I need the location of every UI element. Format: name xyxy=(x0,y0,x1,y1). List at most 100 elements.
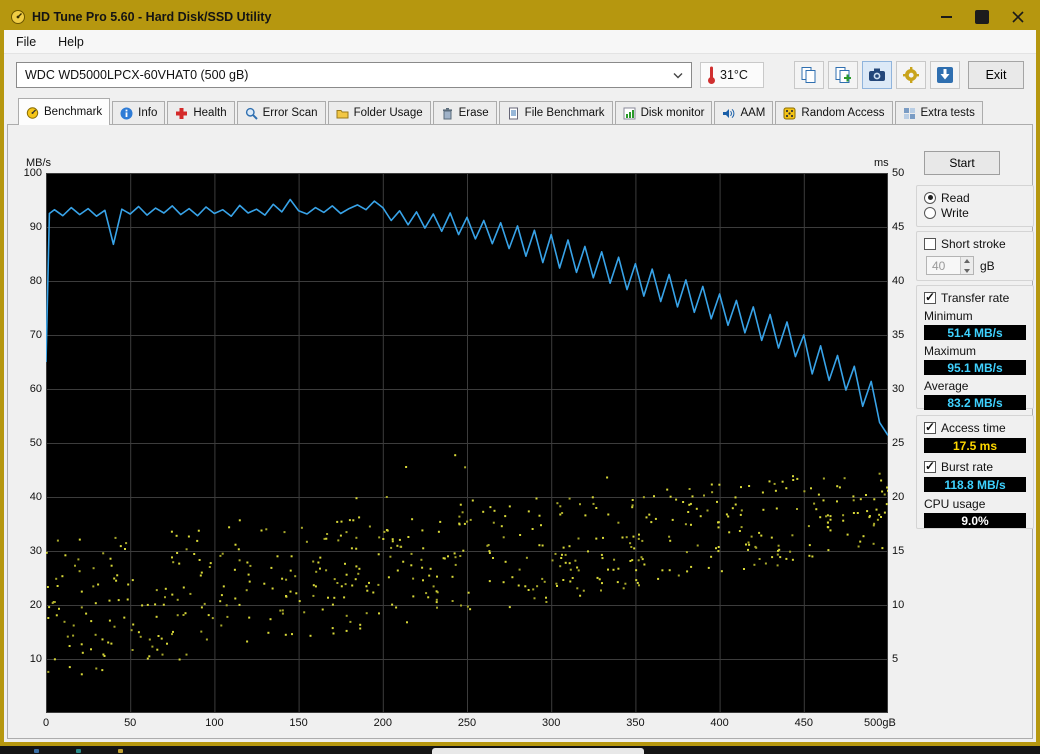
tab-folder-usage[interactable]: Folder Usage xyxy=(327,101,431,124)
average-value: 83.2 MB/s xyxy=(924,395,1026,410)
burst-rate-value: 118.8 MB/s xyxy=(924,477,1026,492)
tab-file-benchmark[interactable]: File Benchmark xyxy=(498,101,613,124)
left-axis-tick: 80 xyxy=(29,275,42,287)
taskbar-icon xyxy=(34,749,39,753)
x-axis-tick: 400 xyxy=(710,717,729,729)
download-icon xyxy=(937,67,953,83)
burst-rate-label: Burst rate xyxy=(941,459,994,474)
spin-up-icon[interactable] xyxy=(961,257,973,266)
left-axis-tick: 70 xyxy=(29,329,42,341)
short-stroke-checkbox[interactable]: Short stroke xyxy=(924,236,1026,251)
write-radio[interactable]: Write xyxy=(924,205,1026,220)
short-stroke-size-value: 40 xyxy=(932,258,946,273)
tab-extra-tests[interactable]: Extra tests xyxy=(894,101,983,124)
left-axis-tick: 90 xyxy=(29,221,42,233)
close-button[interactable] xyxy=(1000,4,1036,30)
right-axis-tick: 15 xyxy=(892,545,905,557)
copy-to-clipboard-button[interactable] xyxy=(794,61,824,89)
cpu-usage-label: CPU usage xyxy=(924,497,986,511)
mode-group: Read Write xyxy=(916,185,1034,227)
maximum-value: 95.1 MB/s xyxy=(924,360,1026,375)
disk-monitor-icon xyxy=(623,107,636,120)
tab-label: Folder Usage xyxy=(353,107,423,119)
menu-file[interactable]: File xyxy=(16,35,36,49)
left-axis-tick: 10 xyxy=(29,653,42,665)
title-bar[interactable]: HD Tune Pro 5.60 - Hard Disk/SSD Utility xyxy=(4,4,1036,30)
transfer-rate-checkbox[interactable]: Transfer rate xyxy=(924,290,1026,305)
temperature-indicator: 31°C xyxy=(700,62,764,88)
tab-info[interactable]: Info xyxy=(112,101,166,124)
write-radio-label: Write xyxy=(941,205,969,220)
aam-icon xyxy=(722,107,735,120)
screen: HD Tune Pro 5.60 - Hard Disk/SSD Utility… xyxy=(0,0,1040,754)
access-time-value: 17.5 ms xyxy=(924,438,1026,453)
maximize-icon xyxy=(975,10,989,24)
x-axis-tick: 450 xyxy=(794,717,813,729)
tab-aam[interactable]: AAM xyxy=(714,101,774,124)
menu-help[interactable]: Help xyxy=(58,35,84,49)
tab-label: Error Scan xyxy=(262,107,318,119)
chevron-down-icon xyxy=(673,72,683,79)
taskbar-icon xyxy=(118,749,123,753)
left-axis-tick: 40 xyxy=(29,491,42,503)
right-axis-tick: 50 xyxy=(892,167,905,179)
gear-icon xyxy=(903,67,919,83)
checkbox-icon xyxy=(924,237,936,250)
options-button[interactable] xyxy=(896,61,926,89)
tab-disk-monitor[interactable]: Disk monitor xyxy=(614,101,713,124)
drive-selector-value: WDC WD5000LPCX-60VHAT0 (500 gB) xyxy=(25,68,249,82)
short-stroke-size-input[interactable]: 40 xyxy=(926,256,974,275)
screenshot-button[interactable] xyxy=(862,61,892,89)
copy-text-info-button[interactable] xyxy=(828,61,858,89)
x-axis-tick: 0 xyxy=(42,717,50,729)
file-benchmark-icon xyxy=(507,107,520,120)
x-axis-tick: 200 xyxy=(373,717,392,729)
app-window: HD Tune Pro 5.60 - Hard Disk/SSD Utility… xyxy=(0,0,1040,746)
tab-label: Disk monitor xyxy=(640,107,705,119)
radio-icon xyxy=(924,206,936,219)
burst-rate-checkbox[interactable]: Burst rate xyxy=(924,459,1026,474)
save-button[interactable] xyxy=(930,61,960,89)
left-axis-tick: 30 xyxy=(29,545,42,557)
drive-selector[interactable]: WDC WD5000LPCX-60VHAT0 (500 gB) xyxy=(16,62,692,88)
erase-icon xyxy=(441,107,454,120)
benchmark-chart xyxy=(46,173,888,713)
tab-erase[interactable]: Erase xyxy=(432,101,497,124)
read-radio[interactable]: Read xyxy=(924,190,1026,205)
checkbox-icon xyxy=(924,459,936,473)
info-icon xyxy=(120,107,133,120)
right-axis-tick: 20 xyxy=(892,491,905,503)
app-icon xyxy=(10,9,26,25)
minimize-button[interactable] xyxy=(928,4,964,30)
access-time-checkbox[interactable]: Access time xyxy=(924,420,1026,435)
taskbar-window-sliver[interactable] xyxy=(432,748,644,754)
cpu-usage-value: 9.0% xyxy=(924,513,1026,528)
close-icon xyxy=(1012,11,1024,23)
benchmark-icon xyxy=(26,106,39,119)
menu-bar: File Help xyxy=(4,30,1036,54)
spinner-arrows[interactable] xyxy=(960,257,973,274)
right-axis-tick: 25 xyxy=(892,437,905,449)
x-axis-tick: 100 xyxy=(205,717,224,729)
start-button[interactable]: Start xyxy=(924,151,1000,175)
camera-icon xyxy=(869,68,885,81)
tab-health[interactable]: Health xyxy=(167,101,235,124)
tab-label: Health xyxy=(193,107,227,119)
left-axis-tick: 100 xyxy=(23,167,42,179)
tab-label: Benchmark xyxy=(44,106,103,118)
x-axis-tick: 250 xyxy=(457,717,477,729)
minimum-label: Minimum xyxy=(924,309,973,323)
maximize-button[interactable] xyxy=(964,4,1000,30)
maximum-label: Maximum xyxy=(924,344,977,358)
average-label: Average xyxy=(924,379,969,393)
tab-benchmark[interactable]: Benchmark xyxy=(18,98,111,125)
short-stroke-label: Short stroke xyxy=(941,236,1006,251)
transfer-rate-group: Transfer rate Minimum 51.4 MB/s Maximum … xyxy=(916,285,1034,410)
taskbar-icon xyxy=(76,749,81,753)
tab-error-scan[interactable]: Error Scan xyxy=(236,101,326,124)
minimize-icon xyxy=(940,16,952,18)
tab-random-access[interactable]: Random Access xyxy=(775,101,893,124)
taskbar[interactable] xyxy=(0,746,1040,754)
exit-button[interactable]: Exit xyxy=(968,61,1024,89)
spin-down-icon[interactable] xyxy=(961,265,973,274)
